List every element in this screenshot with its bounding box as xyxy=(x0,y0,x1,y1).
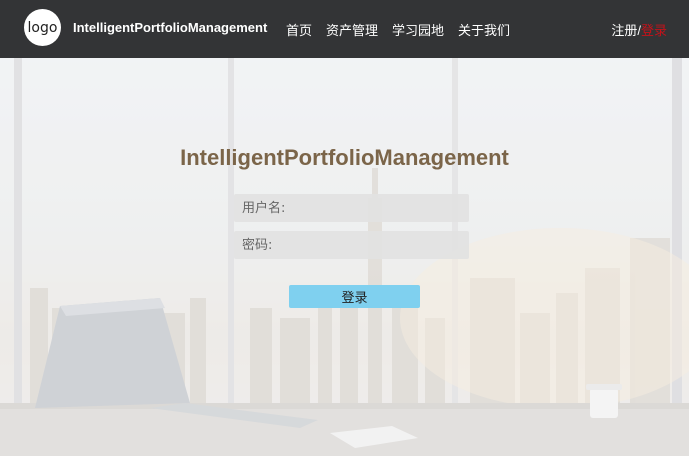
brand-name: IntelligentPortfolioManagement xyxy=(73,20,268,35)
login-link[interactable]: 登录 xyxy=(641,23,667,38)
register-link[interactable]: 注册 xyxy=(611,23,637,38)
username-input[interactable] xyxy=(234,194,469,222)
logo[interactable]: logo xyxy=(24,9,61,46)
nav-learning[interactable]: 学习园地 xyxy=(392,20,444,39)
main-nav: 首页 资产管理 学习园地 关于我们 xyxy=(286,20,510,39)
nav-asset-management[interactable]: 资产管理 xyxy=(326,20,378,39)
page-title: IntelligentPortfolioManagement xyxy=(180,145,509,170)
nav-home[interactable]: 首页 xyxy=(286,20,312,39)
password-input[interactable] xyxy=(234,231,469,259)
login-button[interactable]: 登录 xyxy=(289,285,420,308)
auth-links: 注册/登录 xyxy=(611,20,667,39)
top-navbar: logo IntelligentPortfolioManagement 首页 资… xyxy=(0,0,689,58)
nav-about-us[interactable]: 关于我们 xyxy=(458,20,510,39)
